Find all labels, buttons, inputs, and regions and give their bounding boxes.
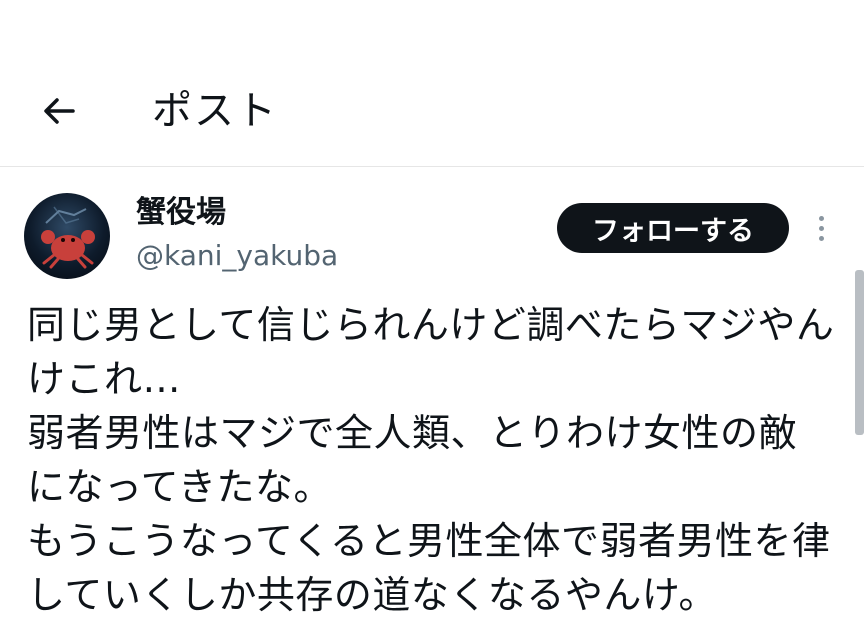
back-button[interactable] <box>34 86 84 136</box>
author-display-name[interactable]: 蟹役場 <box>136 193 226 233</box>
follow-button[interactable]: フォローする <box>557 203 789 253</box>
arrow-left-icon <box>44 98 75 124</box>
top-bar: ポスト <box>0 0 864 167</box>
page-title: ポスト <box>152 88 278 134</box>
more-vertical-icon <box>818 215 824 221</box>
crab-avatar-icon <box>41 206 95 269</box>
scrollbar-thumb[interactable] <box>855 270 864 435</box>
more-options-button[interactable] <box>808 208 834 248</box>
author-handle[interactable]: @kani_yakuba <box>136 236 338 276</box>
post-text: 同じ男として信じられんけど調べたらマジやんけこれ… 弱者男性はマジで全人類、とり… <box>27 303 835 617</box>
author-avatar[interactable] <box>24 193 110 279</box>
